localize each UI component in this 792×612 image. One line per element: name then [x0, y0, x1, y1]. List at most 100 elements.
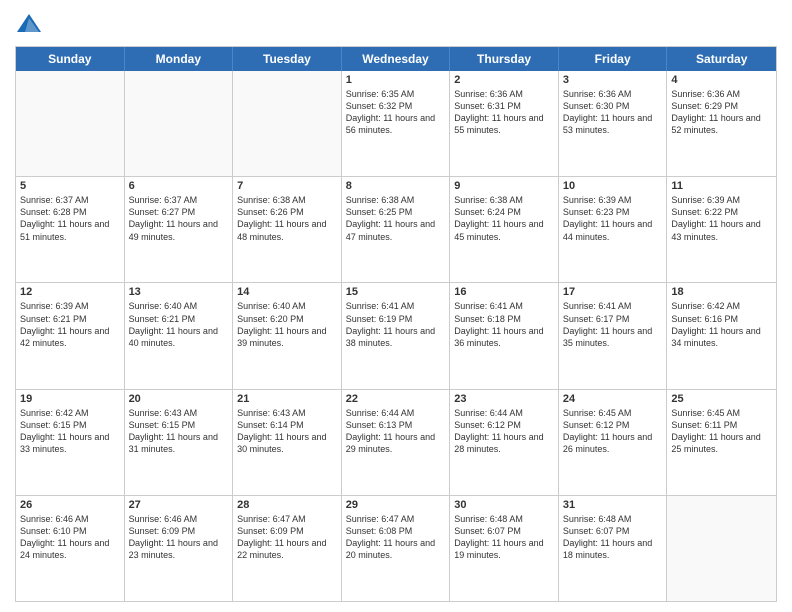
weekday-header-friday: Friday: [559, 47, 668, 71]
day-info: Sunrise: 6:39 AM Sunset: 6:22 PM Dayligh…: [671, 194, 772, 243]
day-info: Sunrise: 6:48 AM Sunset: 6:07 PM Dayligh…: [454, 513, 554, 562]
day-number: 28: [237, 499, 337, 511]
day-info: Sunrise: 6:46 AM Sunset: 6:09 PM Dayligh…: [129, 513, 229, 562]
day-number: 27: [129, 499, 229, 511]
day-number: 14: [237, 286, 337, 298]
calendar-cell-day-31: 31 Sunrise: 6:48 AM Sunset: 6:07 PM Dayli…: [559, 496, 668, 601]
day-info: Sunrise: 6:40 AM Sunset: 6:21 PM Dayligh…: [129, 300, 229, 349]
calendar-cell-day-5: 5 Sunrise: 6:37 AM Sunset: 6:28 PM Daylig…: [16, 177, 125, 282]
day-info: Sunrise: 6:43 AM Sunset: 6:15 PM Dayligh…: [129, 407, 229, 456]
day-number: 8: [346, 180, 446, 192]
day-number: 25: [671, 393, 772, 405]
weekday-header-wednesday: Wednesday: [342, 47, 451, 71]
calendar-row-3: 19Sunrise: 6:42 AM Sunset: 6:15 PM Dayli…: [16, 390, 776, 496]
day-number: 13: [129, 286, 229, 298]
calendar-body: 1 Sunrise: 6:35 AM Sunset: 6:32 PM Daylig…: [16, 71, 776, 601]
calendar-cell-day-20: 20Sunrise: 6:43 AM Sunset: 6:15 PM Dayli…: [125, 390, 234, 495]
day-info: Sunrise: 6:48 AM Sunset: 6:07 PM Dayligh…: [563, 513, 663, 562]
day-number: 10: [563, 180, 663, 192]
day-number: 22: [346, 393, 446, 405]
day-info: Sunrise: 6:37 AM Sunset: 6:27 PM Dayligh…: [129, 194, 229, 243]
day-info: Sunrise: 6:35 AM Sunset: 6:32 PM Dayligh…: [346, 88, 446, 137]
logo: [15, 10, 47, 38]
page: SundayMondayTuesdayWednesdayThursdayFrid…: [0, 0, 792, 612]
day-number: 12: [20, 286, 120, 298]
calendar-cell-empty: [233, 71, 342, 176]
weekday-header-saturday: Saturday: [667, 47, 776, 71]
calendar-cell-day-12: 12 Sunrise: 6:39 AM Sunset: 6:21 PM Dayli…: [16, 283, 125, 388]
weekday-header-monday: Monday: [125, 47, 234, 71]
day-number: 11: [671, 180, 772, 192]
calendar-cell-day-8: 8 Sunrise: 6:38 AM Sunset: 6:25 PM Daylig…: [342, 177, 451, 282]
day-number: 17: [563, 286, 663, 298]
day-number: 31: [563, 499, 663, 511]
weekday-header-sunday: Sunday: [16, 47, 125, 71]
calendar-cell-day-27: 27 Sunrise: 6:46 AM Sunset: 6:09 PM Dayli…: [125, 496, 234, 601]
day-info: Sunrise: 6:42 AM Sunset: 6:16 PM Dayligh…: [671, 300, 772, 349]
day-info: Sunrise: 6:47 AM Sunset: 6:09 PM Dayligh…: [237, 513, 337, 562]
day-number: 5: [20, 180, 120, 192]
calendar-row-2: 12 Sunrise: 6:39 AM Sunset: 6:21 PM Dayli…: [16, 283, 776, 389]
calendar-cell-day-23: 23Sunrise: 6:44 AM Sunset: 6:12 PM Dayli…: [450, 390, 559, 495]
day-number: 7: [237, 180, 337, 192]
calendar-cell-empty: [667, 496, 776, 601]
calendar-cell-day-22: 22 Sunrise: 6:44 AM Sunset: 6:13 PM Dayli…: [342, 390, 451, 495]
calendar-cell-day-24: 24 Sunrise: 6:45 AM Sunset: 6:12 PM Dayli…: [559, 390, 668, 495]
day-number: 1: [346, 74, 446, 86]
calendar-cell-empty: [125, 71, 234, 176]
calendar-cell-day-9: 9Sunrise: 6:38 AM Sunset: 6:24 PM Daylig…: [450, 177, 559, 282]
day-info: Sunrise: 6:36 AM Sunset: 6:30 PM Dayligh…: [563, 88, 663, 137]
day-info: Sunrise: 6:39 AM Sunset: 6:23 PM Dayligh…: [563, 194, 663, 243]
day-info: Sunrise: 6:41 AM Sunset: 6:18 PM Dayligh…: [454, 300, 554, 349]
calendar-cell-day-7: 7 Sunrise: 6:38 AM Sunset: 6:26 PM Daylig…: [233, 177, 342, 282]
day-number: 4: [671, 74, 772, 86]
day-number: 6: [129, 180, 229, 192]
day-info: Sunrise: 6:43 AM Sunset: 6:14 PM Dayligh…: [237, 407, 337, 456]
day-number: 24: [563, 393, 663, 405]
day-number: 18: [671, 286, 772, 298]
header: [15, 10, 777, 38]
calendar-cell-day-2: 2 Sunrise: 6:36 AM Sunset: 6:31 PM Daylig…: [450, 71, 559, 176]
calendar-cell-empty: [16, 71, 125, 176]
calendar-cell-day-28: 28 Sunrise: 6:47 AM Sunset: 6:09 PM Dayli…: [233, 496, 342, 601]
day-number: 29: [346, 499, 446, 511]
calendar-cell-day-26: 26 Sunrise: 6:46 AM Sunset: 6:10 PM Dayli…: [16, 496, 125, 601]
day-info: Sunrise: 6:44 AM Sunset: 6:13 PM Dayligh…: [346, 407, 446, 456]
calendar-cell-day-21: 21 Sunrise: 6:43 AM Sunset: 6:14 PM Dayli…: [233, 390, 342, 495]
day-info: Sunrise: 6:45 AM Sunset: 6:12 PM Dayligh…: [563, 407, 663, 456]
day-number: 16: [454, 286, 554, 298]
day-info: Sunrise: 6:40 AM Sunset: 6:20 PM Dayligh…: [237, 300, 337, 349]
day-info: Sunrise: 6:45 AM Sunset: 6:11 PM Dayligh…: [671, 407, 772, 456]
day-number: 26: [20, 499, 120, 511]
calendar-cell-day-18: 18 Sunrise: 6:42 AM Sunset: 6:16 PM Dayli…: [667, 283, 776, 388]
calendar-cell-day-13: 13 Sunrise: 6:40 AM Sunset: 6:21 PM Dayli…: [125, 283, 234, 388]
calendar-cell-day-11: 11 Sunrise: 6:39 AM Sunset: 6:22 PM Dayli…: [667, 177, 776, 282]
calendar-cell-day-15: 15 Sunrise: 6:41 AM Sunset: 6:19 PM Dayli…: [342, 283, 451, 388]
day-info: Sunrise: 6:38 AM Sunset: 6:25 PM Dayligh…: [346, 194, 446, 243]
calendar-cell-day-10: 10 Sunrise: 6:39 AM Sunset: 6:23 PM Dayli…: [559, 177, 668, 282]
day-info: Sunrise: 6:37 AM Sunset: 6:28 PM Dayligh…: [20, 194, 120, 243]
calendar-cell-day-19: 19Sunrise: 6:42 AM Sunset: 6:15 PM Dayli…: [16, 390, 125, 495]
day-info: Sunrise: 6:38 AM Sunset: 6:26 PM Dayligh…: [237, 194, 337, 243]
calendar-cell-day-25: 25 Sunrise: 6:45 AM Sunset: 6:11 PM Dayli…: [667, 390, 776, 495]
calendar-cell-day-30: 30Sunrise: 6:48 AM Sunset: 6:07 PM Dayli…: [450, 496, 559, 601]
calendar-cell-day-6: 6 Sunrise: 6:37 AM Sunset: 6:27 PM Daylig…: [125, 177, 234, 282]
calendar-row-4: 26 Sunrise: 6:46 AM Sunset: 6:10 PM Dayli…: [16, 496, 776, 601]
day-info: Sunrise: 6:42 AM Sunset: 6:15 PM Dayligh…: [20, 407, 120, 456]
day-info: Sunrise: 6:41 AM Sunset: 6:19 PM Dayligh…: [346, 300, 446, 349]
day-number: 15: [346, 286, 446, 298]
weekday-header-tuesday: Tuesday: [233, 47, 342, 71]
day-info: Sunrise: 6:36 AM Sunset: 6:31 PM Dayligh…: [454, 88, 554, 137]
calendar-row-0: 1 Sunrise: 6:35 AM Sunset: 6:32 PM Daylig…: [16, 71, 776, 177]
weekday-header-thursday: Thursday: [450, 47, 559, 71]
calendar-cell-day-14: 14 Sunrise: 6:40 AM Sunset: 6:20 PM Dayli…: [233, 283, 342, 388]
calendar: SundayMondayTuesdayWednesdayThursdayFrid…: [15, 46, 777, 602]
logo-icon: [15, 10, 43, 38]
calendar-cell-day-3: 3Sunrise: 6:36 AM Sunset: 6:30 PM Daylig…: [559, 71, 668, 176]
day-info: Sunrise: 6:38 AM Sunset: 6:24 PM Dayligh…: [454, 194, 554, 243]
day-info: Sunrise: 6:46 AM Sunset: 6:10 PM Dayligh…: [20, 513, 120, 562]
day-number: 2: [454, 74, 554, 86]
calendar-header: SundayMondayTuesdayWednesdayThursdayFrid…: [16, 47, 776, 71]
day-info: Sunrise: 6:39 AM Sunset: 6:21 PM Dayligh…: [20, 300, 120, 349]
day-number: 21: [237, 393, 337, 405]
